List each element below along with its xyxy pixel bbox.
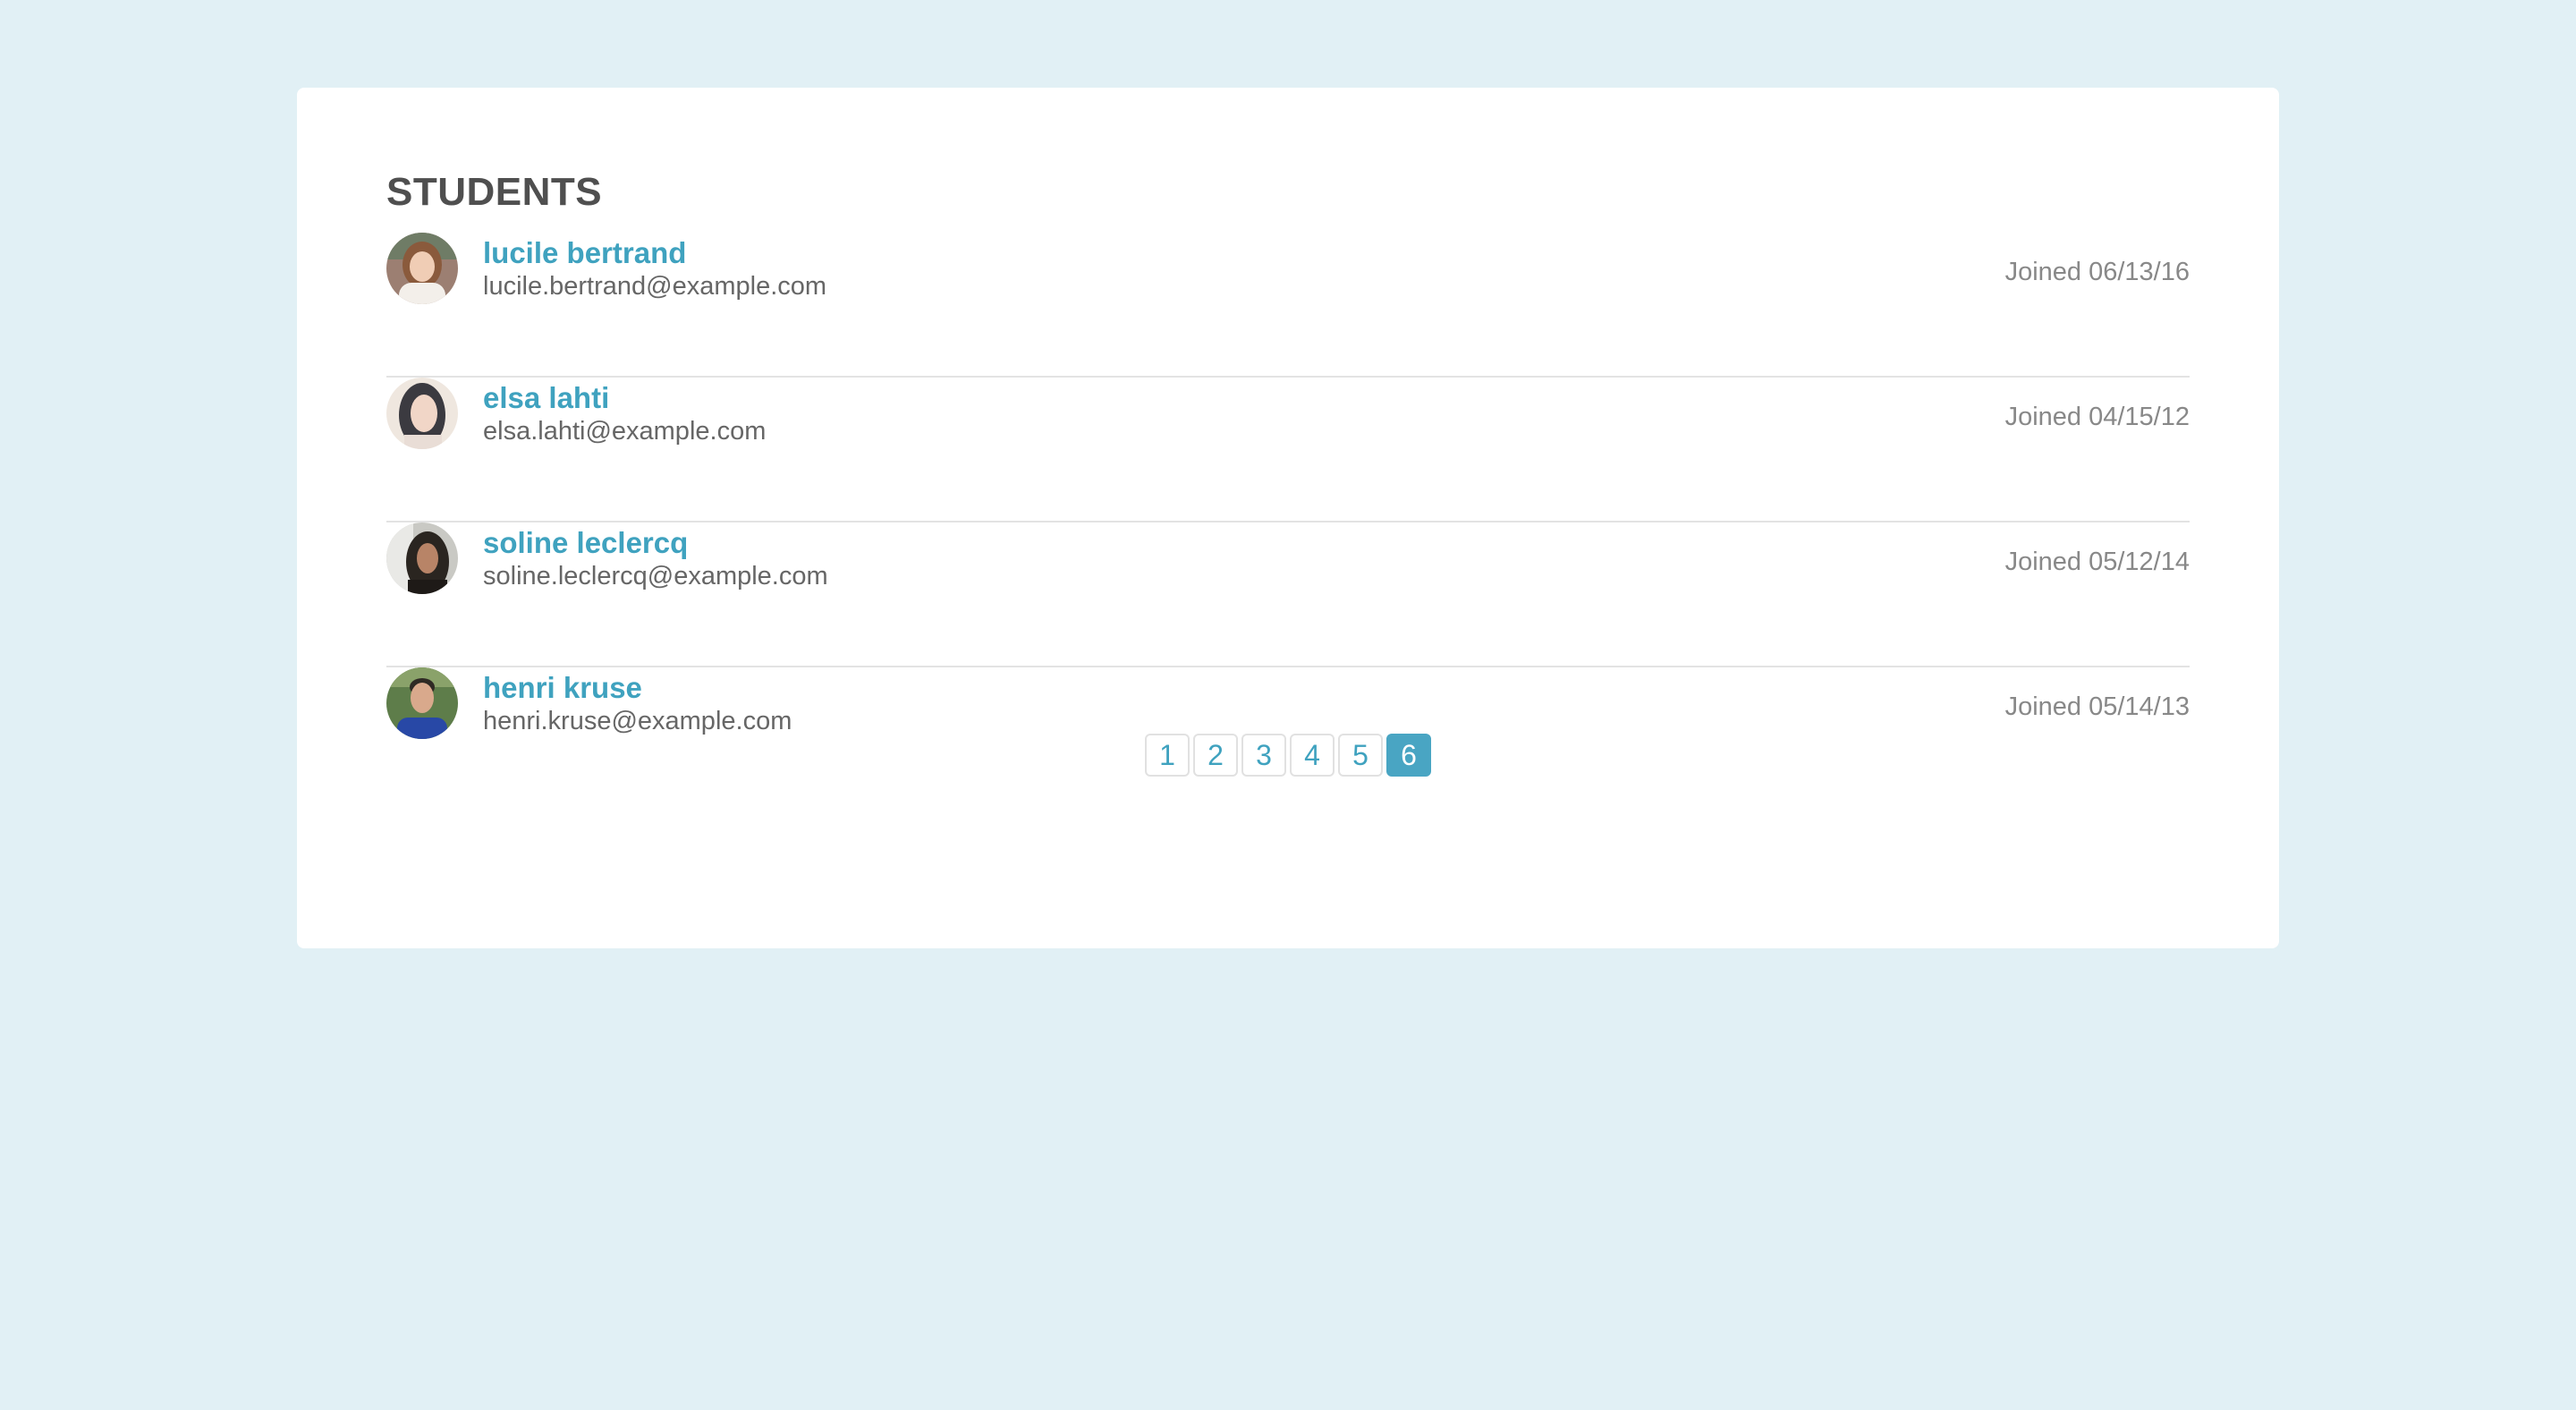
student-email: soline.leclercq@example.com — [483, 562, 828, 590]
avatar-photo-icon — [386, 233, 458, 304]
page-button-6[interactable]: 6 — [1386, 734, 1431, 777]
avatar-photo-icon — [386, 522, 458, 594]
student-name[interactable]: elsa lahti — [483, 381, 609, 415]
page-title: STUDENTS — [386, 170, 603, 214]
student-email: lucile.bertrand@example.com — [483, 272, 827, 301]
avatar-photo-icon — [386, 667, 458, 739]
avatar[interactable] — [386, 522, 458, 594]
student-email: henri.kruse@example.com — [483, 707, 792, 735]
page-button-4[interactable]: 4 — [1290, 734, 1335, 777]
avatar[interactable] — [386, 667, 458, 739]
avatar-photo-icon — [386, 378, 458, 449]
avatar[interactable] — [386, 378, 458, 449]
students-card: STUDENTS lucile bertrand lucile.bertrand… — [297, 88, 2279, 948]
page-button-2[interactable]: 2 — [1193, 734, 1238, 777]
joined-date: Joined 05/12/14 — [2004, 548, 2190, 576]
pagination: 1 2 3 4 5 6 — [297, 734, 2279, 777]
student-name[interactable]: lucile bertrand — [483, 236, 686, 270]
list-item: elsa lahti elsa.lahti@example.com Joined… — [386, 378, 2190, 522]
student-name[interactable]: henri kruse — [483, 671, 642, 705]
student-list: lucile bertrand lucile.bertrand@example.… — [386, 233, 2190, 812]
avatar[interactable] — [386, 233, 458, 304]
joined-date: Joined 06/13/16 — [2004, 258, 2190, 286]
page-button-1[interactable]: 1 — [1145, 734, 1190, 777]
student-email: elsa.lahti@example.com — [483, 417, 767, 446]
list-item: lucile bertrand lucile.bertrand@example.… — [386, 233, 2190, 378]
joined-date: Joined 05/14/13 — [2004, 692, 2190, 721]
joined-date: Joined 04/15/12 — [2004, 403, 2190, 431]
list-item: soline leclercq soline.leclercq@example.… — [386, 522, 2190, 667]
page-button-3[interactable]: 3 — [1241, 734, 1286, 777]
page-button-5[interactable]: 5 — [1338, 734, 1383, 777]
student-name[interactable]: soline leclercq — [483, 526, 688, 560]
